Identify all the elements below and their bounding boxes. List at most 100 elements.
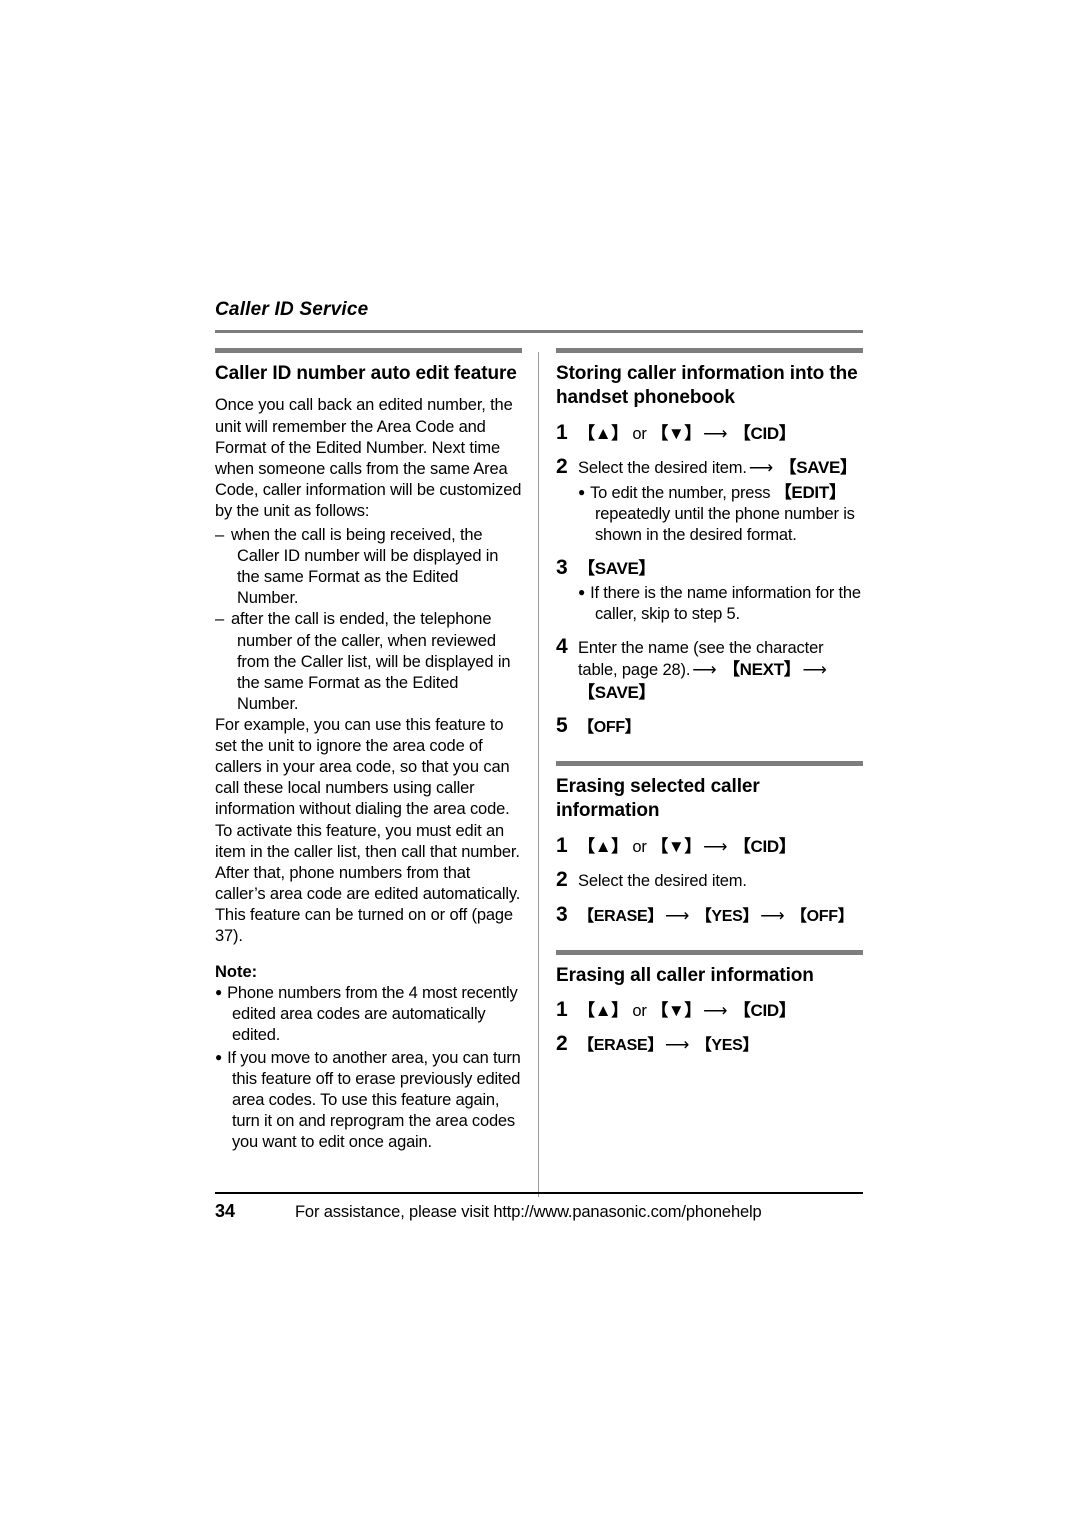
step-number: 4: [556, 634, 568, 658]
section-title: Storing caller information into the hand…: [556, 362, 858, 409]
bullet-dot-icon: ●: [578, 584, 586, 599]
dash-marker-icon: –: [215, 610, 225, 629]
dash-list-item: – when the call is being received, the Ca…: [215, 526, 499, 608]
soft-key-label: 【▼】: [651, 423, 702, 443]
running-head-rule: [215, 329, 863, 333]
step-number: 2: [556, 1032, 568, 1056]
soft-key-label: 【CID】: [733, 1001, 796, 1021]
soft-key-label: 【▲】: [578, 423, 628, 443]
step-number: 1: [556, 420, 568, 444]
procedure-step: 2 Select the desired item.: [556, 867, 863, 892]
step-body: 【OFF】: [578, 717, 863, 739]
bullet-dot-icon: ●: [215, 1049, 223, 1064]
note-heading: Note:: [215, 963, 258, 982]
procedure-step: 1 【▲】 or 【▼】 ⟶ 【CID】: [556, 997, 863, 1022]
step-text: or: [627, 424, 652, 443]
soft-key-label: 【CID】: [733, 836, 796, 856]
step-text: If there is the name information for the…: [590, 583, 861, 623]
left-column: Caller ID number auto edit feature Once …: [215, 347, 522, 1154]
arrow-icon: ⟶: [802, 660, 827, 680]
step-body: 【▲】 or 【▼】 ⟶ 【CID】: [578, 1000, 863, 1022]
footer-row: 34 For assistance, please visit http://w…: [215, 1194, 863, 1222]
procedure-step: 2 【ERASE】 ⟶ 【YES】: [556, 1031, 863, 1057]
step-body: Enter the name (see the character table,…: [578, 638, 863, 704]
bullet-dot-icon: ●: [215, 985, 223, 1000]
step-body: 【▲】 or 【▼】 ⟶ 【CID】: [578, 423, 863, 445]
step-body: 【ERASE】 ⟶ 【YES】: [578, 1034, 863, 1057]
soft-key-label: 【▼】: [651, 1001, 702, 1021]
step-text: Select the desired item.: [578, 872, 747, 891]
bullet-dot-icon: ●: [578, 484, 586, 499]
soft-key-label: 【OFF】: [790, 907, 854, 925]
step-text: or: [627, 1002, 652, 1021]
step-number: 2: [556, 455, 568, 479]
arrow-icon: ⟶: [748, 458, 774, 478]
section-rule-right: [556, 949, 863, 955]
procedure-step: 3 【ERASE】 ⟶ 【YES】 ⟶ 【OFF】: [556, 902, 863, 928]
soft-key-label: 【▼】: [651, 836, 702, 856]
step-sub-bullet: ● To edit the number, press 【EDIT】 repeat…: [578, 482, 863, 546]
step-number: 3: [556, 556, 568, 580]
note-bullet-item: ● If you move to another area, you can tu…: [215, 1048, 521, 1151]
soft-key-label: 【YES】: [695, 907, 759, 925]
intro-paragraph: Once you call back an edited number, the…: [215, 396, 522, 520]
soft-key-label: 【OFF】: [578, 719, 641, 737]
note-bullet-list: ● Phone numbers from the 4 most recently …: [215, 983, 522, 1153]
page-number: 34: [215, 1201, 236, 1221]
section-title: Erasing selected caller information: [556, 775, 760, 822]
procedure-step: 1 【▲】 or 【▼】 ⟶ 【CID】: [556, 420, 863, 445]
arrow-icon: ⟶: [665, 905, 690, 925]
step-text: repeatedly until the phone number is sho…: [595, 504, 855, 544]
step-number: 3: [556, 902, 568, 926]
soft-key-label: 【ERASE】: [578, 1037, 664, 1055]
step-text: Select the desired item.: [578, 459, 747, 478]
step-body: Select the desired item. ⟶ 【SAVE】 ● To edit…: [578, 457, 863, 546]
section-rule-right: [556, 347, 863, 353]
arrow-icon: ⟶: [703, 1001, 728, 1021]
step-number: 1: [556, 833, 568, 857]
procedure-step: 2 Select the desired item. ⟶ 【SAVE】 ● To edi…: [556, 454, 863, 546]
procedure-step: 3 【SAVE】 ● If there is the name information…: [556, 555, 863, 625]
arrow-icon: ⟶: [692, 660, 717, 680]
step-body: 【SAVE】 ● If there is the name information …: [578, 558, 863, 625]
soft-key-label: 【SAVE】: [779, 458, 858, 478]
step-sub-bullet: ● If there is the name information for th…: [578, 583, 863, 625]
soft-key-label: 【YES】: [695, 1037, 759, 1055]
arrow-icon: ⟶: [703, 836, 728, 856]
soft-key-label: 【ERASE】: [578, 907, 664, 925]
page-content-area: Caller ID Service Caller ID number auto …: [215, 299, 863, 1240]
dash-list-item: – after the call is ended, the telephone …: [215, 610, 511, 713]
soft-key-label: 【EDIT】: [774, 482, 846, 502]
two-column-body: Caller ID number auto edit feature Once …: [215, 347, 863, 1197]
procedure-step: 4 Enter the name (see the character table…: [556, 634, 863, 704]
page-footer: 34 For assistance, please visit http://w…: [215, 1192, 863, 1222]
step-body: Select the desired item.: [578, 871, 863, 892]
section-rule-right: [556, 760, 863, 766]
soft-key-label: 【SAVE】: [578, 559, 656, 579]
section-rule-left: [215, 347, 522, 353]
step-number: 1: [556, 998, 568, 1022]
soft-key-label: 【NEXT】: [722, 660, 801, 680]
step-body: 【▲】 or 【▼】 ⟶ 【CID】: [578, 836, 863, 858]
outro-paragraph: For example, you can use this feature to…: [215, 716, 521, 946]
arrow-icon: ⟶: [703, 423, 728, 443]
running-head: Caller ID Service: [215, 299, 369, 320]
step-number: 2: [556, 868, 568, 892]
soft-key-label: 【CID】: [733, 423, 796, 443]
column-divider: [538, 351, 539, 1197]
arrow-icon: ⟶: [760, 905, 785, 925]
step-number: 5: [556, 714, 568, 738]
note-bullet-item: ● Phone numbers from the 4 most recently …: [215, 984, 518, 1045]
soft-key-label: 【▲】: [578, 1001, 628, 1021]
assistance-text: For assistance, please visit http://www.…: [295, 1203, 762, 1221]
dash-marker-icon: –: [215, 526, 225, 545]
step-text: or: [627, 837, 652, 856]
soft-key-label: 【▲】: [578, 836, 628, 856]
soft-key-label: 【SAVE】: [578, 682, 656, 702]
arrow-icon: ⟶: [665, 1035, 690, 1055]
section-title: Erasing all caller information: [556, 964, 814, 986]
dash-list: – when the call is being received, the Ca…: [215, 525, 522, 715]
section-title-caller-id-auto-edit: Caller ID number auto edit feature: [215, 362, 517, 384]
step-text: To edit the number, press: [590, 483, 775, 502]
step-body: 【ERASE】 ⟶ 【YES】 ⟶ 【OFF】: [578, 905, 863, 928]
